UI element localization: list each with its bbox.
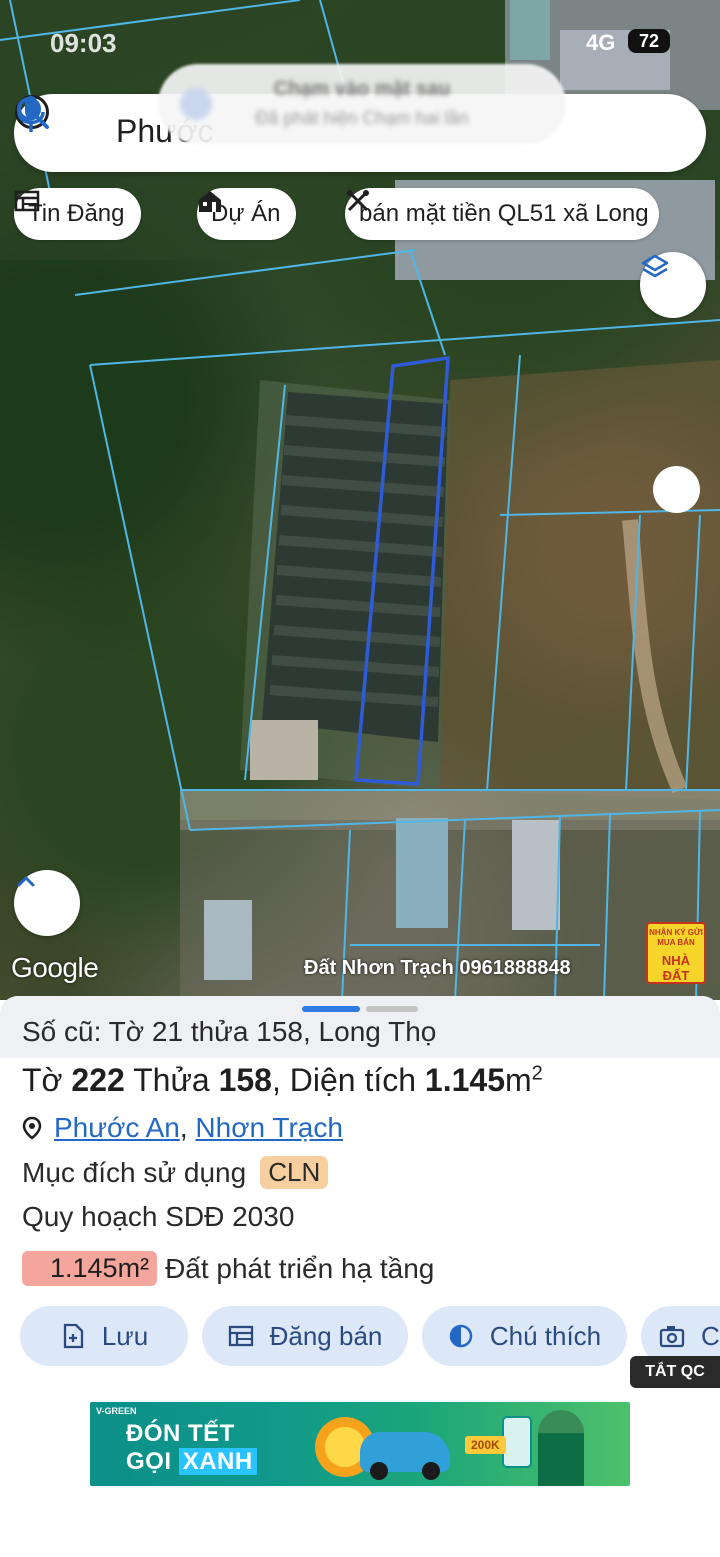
battery-level: 72	[628, 29, 670, 53]
land-use-purpose: Mục đích sử dụng CLN	[22, 1156, 329, 1189]
purpose-code-tag: CLN	[260, 1156, 329, 1189]
sheet-handle[interactable]	[366, 1006, 418, 1012]
save-button[interactable]: Lưu	[20, 1306, 188, 1366]
chip-search-suggestion[interactable]: bán mặt tiền QL51 xã Long	[345, 188, 659, 240]
parcel-location: Phước An, Nhơn Trạch	[22, 1112, 343, 1144]
location-pin-icon	[22, 1116, 42, 1140]
layers-button[interactable]	[640, 252, 706, 318]
ad-phone-image	[502, 1416, 532, 1468]
notification-title: Chạm vào mặt sau	[273, 78, 451, 100]
map-watermark: Đất Nhơn Trạch 0961888848	[304, 957, 571, 979]
tools-icon	[347, 190, 369, 212]
building-icon	[199, 191, 221, 212]
expand-up-button[interactable]	[14, 870, 80, 936]
parcel-info-sheet: Số cũ: Tờ 21 thửa 158, Long Thọ Tờ 222 T…	[0, 996, 720, 1557]
save-icon	[63, 1323, 83, 1349]
zoning-plan-label: Quy hoạch SDĐ 2030	[22, 1201, 295, 1232]
legend-button[interactable]: Chú thích	[422, 1306, 627, 1366]
network-type: 4G	[586, 30, 616, 55]
notification-toast: Chạm vào mặt sau Đã phát hiện Chạm hai l…	[158, 64, 566, 144]
satellite-map[interactable]: 09:03 4G 72 Phước Chạm vào mặt sau Đã ph…	[0, 0, 720, 1000]
post-sale-button[interactable]: Đăng bán	[202, 1306, 408, 1366]
chip-tin-dang[interactable]: Tin Đăng	[14, 188, 141, 240]
old-parcel-info: Số cũ: Tờ 21 thửa 158, Long Thọ	[22, 1016, 437, 1047]
district-link[interactable]: Nhơn Trạch	[195, 1112, 343, 1144]
map-marker[interactable]	[653, 466, 700, 513]
post-icon	[228, 1325, 253, 1347]
zoning-entry: 1.145m² Đất phát triển hạ tầng	[22, 1251, 434, 1286]
close-ads-button[interactable]: TẮT QC	[630, 1356, 720, 1388]
zone-area-badge: 1.145m²	[22, 1251, 158, 1286]
notification-body: Đã phát hiện Chạm hai lần	[255, 108, 469, 128]
ad-car-image	[360, 1432, 450, 1480]
ward-link[interactable]: Phước An	[54, 1112, 180, 1144]
google-logo: Google	[11, 952, 99, 983]
legend-icon	[449, 1324, 473, 1348]
status-time: 09:03	[50, 28, 117, 58]
sheet-handle-active[interactable]	[302, 1006, 360, 1012]
ad-subline: GỌI XANH	[126, 1448, 257, 1476]
parcel-title: Tờ 222 Thửa 158, Diện tích 1.145m2	[22, 1062, 543, 1098]
microphone-icon[interactable]	[14, 94, 48, 134]
action-bar: Lưu Đăng bán Chú thích C	[20, 1306, 720, 1366]
ad-person-image	[538, 1410, 584, 1486]
layers-icon	[641, 254, 669, 278]
ad-brand-logo: V-GREEN	[96, 1406, 137, 1416]
chevron-up-icon	[17, 875, 35, 887]
ad-headline: ĐÓN TẾT	[126, 1420, 235, 1447]
zone-label: Đất phát triển hạ tầng	[165, 1252, 435, 1284]
chip-label: Tin Đăng	[28, 200, 125, 227]
table-icon	[14, 190, 40, 212]
ad-promo-badge: 200K	[465, 1436, 506, 1454]
chip-du-an[interactable]: Dự Án	[197, 188, 297, 240]
agency-badge: NHẬN KÝ GỬI MUA BÁN NHÀ ĐẤT	[646, 922, 706, 984]
old-parcel-row: Số cũ: Tờ 21 thửa 158, Long Thọ	[0, 996, 720, 1058]
camera-icon	[659, 1326, 685, 1348]
chip-label: bán mặt tiền QL51 xã Long	[359, 200, 649, 227]
ad-banner[interactable]: V-GREEN ĐÓN TẾT GỌI XANH 200K	[90, 1402, 630, 1486]
